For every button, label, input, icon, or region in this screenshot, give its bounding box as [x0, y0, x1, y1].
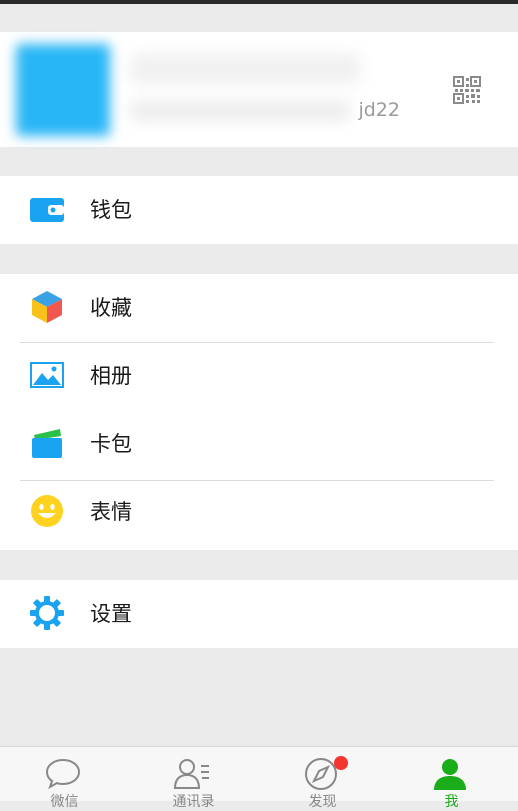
wallet-section: 钱包 — [0, 176, 518, 244]
profile-card[interactable]: jd22 — [0, 32, 518, 147]
card-wallet-icon — [32, 429, 62, 458]
menu-item-album[interactable]: 相册 — [0, 342, 518, 410]
sticker-smile-icon — [31, 495, 63, 527]
menu-item-label: 收藏 — [90, 296, 132, 320]
settings-section: 设置 — [0, 580, 518, 648]
status-bar — [0, 0, 518, 32]
menu-item-label: 设置 — [90, 602, 132, 626]
profile-nickname-blurred — [130, 54, 360, 84]
wallet-icon — [30, 198, 64, 222]
menu-item-label: 钱包 — [90, 198, 132, 222]
collections-section: 收藏 相册 卡包 表情 — [0, 274, 518, 550]
menu-item-label: 卡包 — [90, 432, 132, 456]
tab-chats[interactable]: 微信 — [0, 747, 129, 810]
person-icon — [434, 759, 466, 790]
gear-icon — [30, 596, 64, 630]
menu-item-card-wallet[interactable]: 卡包 — [0, 410, 518, 478]
discover-badge — [334, 756, 348, 770]
tab-me[interactable]: 我 — [387, 747, 516, 810]
menu-item-label: 相册 — [90, 364, 132, 388]
tab-label: 我 — [444, 794, 459, 810]
menu-item-stickers[interactable]: 表情 — [0, 478, 518, 546]
profile-wechat-id: jd22 — [130, 96, 400, 124]
tab-label: 通讯录 — [172, 794, 215, 810]
tab-discover[interactable]: 发现 — [258, 747, 387, 810]
album-icon — [30, 362, 64, 388]
profile-id-suffix: jd22 — [358, 99, 400, 121]
favorites-cube-icon — [32, 291, 62, 323]
menu-item-label: 表情 — [90, 500, 132, 524]
bottom-tab-bar: 微信 通讯录 发现 我 — [0, 746, 518, 810]
menu-item-settings[interactable]: 设置 — [0, 580, 518, 648]
avatar[interactable] — [16, 44, 110, 136]
menu-item-favorites[interactable]: 收藏 — [0, 274, 518, 342]
qr-code-icon[interactable] — [453, 76, 481, 104]
status-bar-edge — [0, 0, 518, 4]
contacts-icon — [173, 759, 209, 789]
profile-id-blurred — [130, 100, 350, 122]
chat-bubble-icon — [45, 758, 81, 790]
tab-contacts[interactable]: 通讯录 — [129, 747, 258, 810]
tab-label: 微信 — [50, 794, 79, 810]
menu-item-wallet[interactable]: 钱包 — [0, 176, 518, 244]
tab-label: 发现 — [308, 794, 337, 810]
